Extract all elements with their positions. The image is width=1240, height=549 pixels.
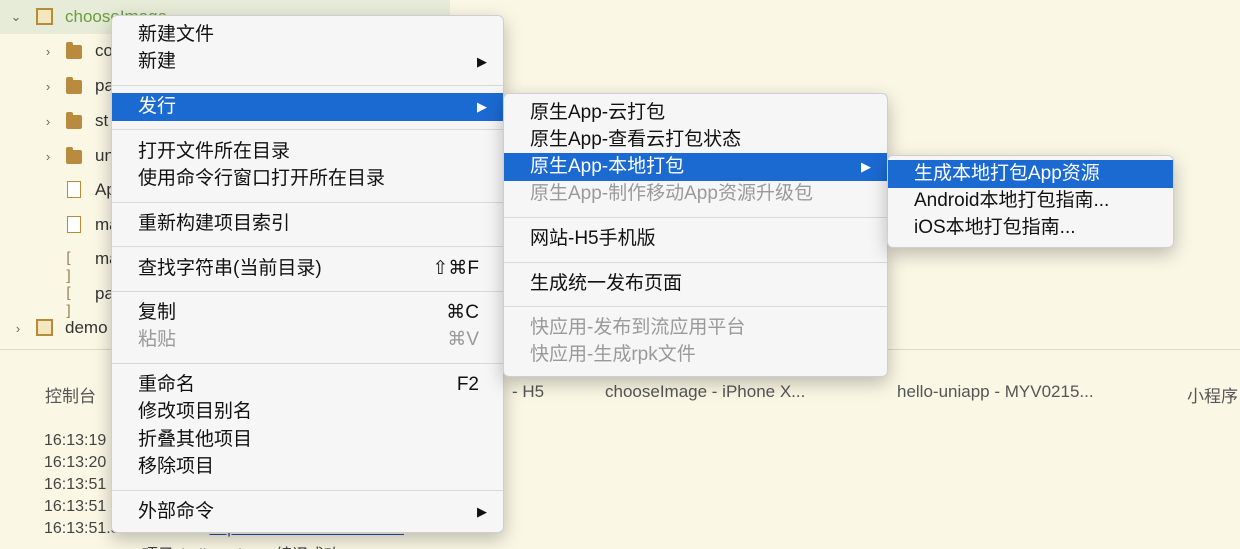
menu-item-label: 快应用-发布到流应用平台 [530, 317, 746, 338]
menu-item-cloud-pack-status[interactable]: 原生App-查看云打包状态 [504, 126, 887, 154]
menu-item-label: 快应用-生成rpk文件 [530, 344, 696, 365]
menu-item-open-in-terminal[interactable]: 使用命令行窗口打开所在目录 [112, 165, 503, 193]
project-icon [36, 8, 53, 25]
menu-item-label: iOS本地打包指南... [914, 217, 1076, 238]
tree-item-label: demo [65, 318, 108, 337]
menu-item-new[interactable]: 新建 ▶ [112, 48, 503, 76]
chevron-down-icon[interactable]: ⌄ [8, 9, 24, 25]
menu-item-ios-guide[interactable]: iOS本地打包指南... [888, 214, 1173, 242]
chevron-right-icon[interactable]: › [40, 44, 56, 59]
chevron-right-icon[interactable]: › [40, 114, 56, 129]
context-menu: 新建文件 新建 ▶ 发行 ▶ 打开文件所在目录 使用命令行窗口打开所在目录 重新构建… [111, 15, 504, 533]
menu-item-external-command[interactable]: 外部命令 ▶ [112, 498, 503, 526]
menu-item-cloud-pack[interactable]: 原生App-云打包 [504, 99, 887, 127]
menu-item-android-guide[interactable]: Android本地打包指南... [888, 187, 1173, 215]
submenu-arrow-icon: ▶ [477, 504, 487, 519]
menu-separator [112, 363, 503, 364]
log-line: 16:13:19 [44, 432, 107, 449]
menu-separator [504, 306, 887, 307]
tab-h5[interactable]: - H5 [512, 382, 544, 402]
menu-separator [112, 246, 503, 247]
log-line: 16:13:51.381 项目 'hello-uniapp' 编译成功 [44, 541, 340, 549]
menu-item-open-file-directory[interactable]: 打开文件所在目录 [112, 138, 503, 166]
menu-item-label: 修改项目别名 [138, 401, 253, 422]
menu-item-label: 使用命令行窗口打开所在目录 [138, 168, 386, 189]
menu-item-label: 生成统一发布页面 [530, 273, 683, 294]
shortcut-label: ⌘V [447, 329, 479, 350]
local-pack-submenu: 生成本地打包App资源 Android本地打包指南... iOS本地打包指南..… [887, 155, 1174, 248]
folder-icon [66, 112, 82, 129]
menu-item-label: 原生App-本地打包 [530, 156, 685, 177]
menu-item-quickapp-publish: 快应用-发布到流应用平台 [504, 314, 887, 342]
menu-item-remove-project[interactable]: 移除项目 [112, 453, 503, 481]
menu-separator [112, 202, 503, 203]
tab-chooseimage-iphone[interactable]: chooseImage - iPhone X... [605, 382, 805, 402]
menu-separator [504, 262, 887, 263]
chevron-right-icon[interactable]: › [10, 321, 26, 336]
submenu-arrow-icon: ▶ [477, 54, 487, 69]
menu-item-label: 粘贴 [138, 329, 177, 350]
menu-item-publish[interactable]: 发行 ▶ [112, 93, 503, 121]
menu-item-label: 打开文件所在目录 [138, 141, 291, 162]
menu-item-rebuild-index[interactable]: 重新构建项目索引 [112, 210, 503, 238]
menu-item-label: 复制 [138, 302, 177, 323]
submenu-arrow-icon: ▶ [861, 159, 871, 174]
menu-item-resource-upgrade: 原生App-制作移动App资源升级包 [504, 180, 887, 208]
menu-item-label: 查找字符串(当前目录) [138, 258, 322, 279]
tab-miniprogram[interactable]: 小程序 [1187, 382, 1238, 407]
menu-item-new-file[interactable]: 新建文件 [112, 21, 503, 49]
menu-separator [112, 85, 503, 86]
menu-item-label: 重命名 [138, 374, 196, 395]
menu-item-label: 折叠其他项目 [138, 429, 253, 450]
menu-item-find-string[interactable]: 查找字符串(当前目录) ⇧⌘F [112, 255, 503, 283]
menu-item-label: 新建 [138, 51, 177, 72]
shortcut-label: ⇧⌘F [432, 258, 479, 279]
menu-separator [504, 217, 887, 218]
json-file-icon: [ ] [64, 249, 74, 285]
log-line: 16:13:51 [44, 476, 107, 493]
menu-item-change-alias[interactable]: 修改项目别名 [112, 398, 503, 426]
js-file-icon [67, 216, 81, 233]
menu-item-generate-local-resource[interactable]: 生成本地打包App资源 [888, 160, 1173, 188]
menu-item-label: 原生App-查看云打包状态 [530, 129, 742, 150]
menu-item-release-page[interactable]: 生成统一发布页面 [504, 270, 887, 298]
tab-console[interactable]: 控制台 [45, 382, 96, 407]
menu-item-label: Android本地打包指南... [914, 190, 1110, 211]
menu-item-rename[interactable]: 重命名 F2 [112, 371, 503, 399]
menu-separator [112, 291, 503, 292]
chevron-right-icon[interactable]: › [40, 79, 56, 94]
menu-item-label: 外部命令 [138, 501, 215, 522]
menu-item-label: 重新构建项目索引 [138, 213, 291, 234]
menu-item-quickapp-rpk: 快应用-生成rpk文件 [504, 341, 887, 369]
menu-item-label: 发行 [138, 96, 177, 117]
json-file-icon: [ ] [64, 284, 74, 320]
folder-icon [66, 147, 82, 164]
log-line: 16:13:20 [44, 454, 107, 471]
menu-separator [112, 129, 503, 130]
publish-submenu: 原生App-云打包 原生App-查看云打包状态 原生App-本地打包 ▶ 原生Ap… [503, 93, 888, 377]
menu-item-label: 原生App-制作移动App资源升级包 [530, 183, 813, 204]
menu-item-label: 新建文件 [138, 24, 215, 45]
menu-separator [112, 490, 503, 491]
menu-item-h5[interactable]: 网站-H5手机版 [504, 225, 887, 253]
shortcut-label: ⌘C [446, 302, 479, 323]
vue-file-icon [67, 181, 81, 198]
log-line: 16:13:51 [44, 498, 107, 515]
menu-item-label: 移除项目 [138, 456, 215, 477]
menu-item-label: 生成本地打包App资源 [914, 163, 1100, 184]
menu-item-copy[interactable]: 复制 ⌘C [112, 299, 503, 327]
folder-icon [66, 42, 82, 59]
menu-item-label: 原生App-云打包 [530, 102, 666, 123]
shortcut-label: F2 [456, 374, 479, 395]
menu-item-collapse-others[interactable]: 折叠其他项目 [112, 426, 503, 454]
tree-item-label: st [95, 111, 109, 130]
chevron-right-icon[interactable]: › [40, 149, 56, 164]
menu-item-label: 网站-H5手机版 [530, 228, 656, 249]
tab-hello-uniapp[interactable]: hello-uniapp - MYV0215... [897, 382, 1094, 402]
submenu-arrow-icon: ▶ [477, 99, 487, 114]
project-icon [36, 319, 53, 336]
menu-item-local-pack[interactable]: 原生App-本地打包 ▶ [504, 153, 887, 181]
folder-icon [66, 77, 82, 94]
menu-item-paste: 粘贴 ⌘V [112, 326, 503, 354]
